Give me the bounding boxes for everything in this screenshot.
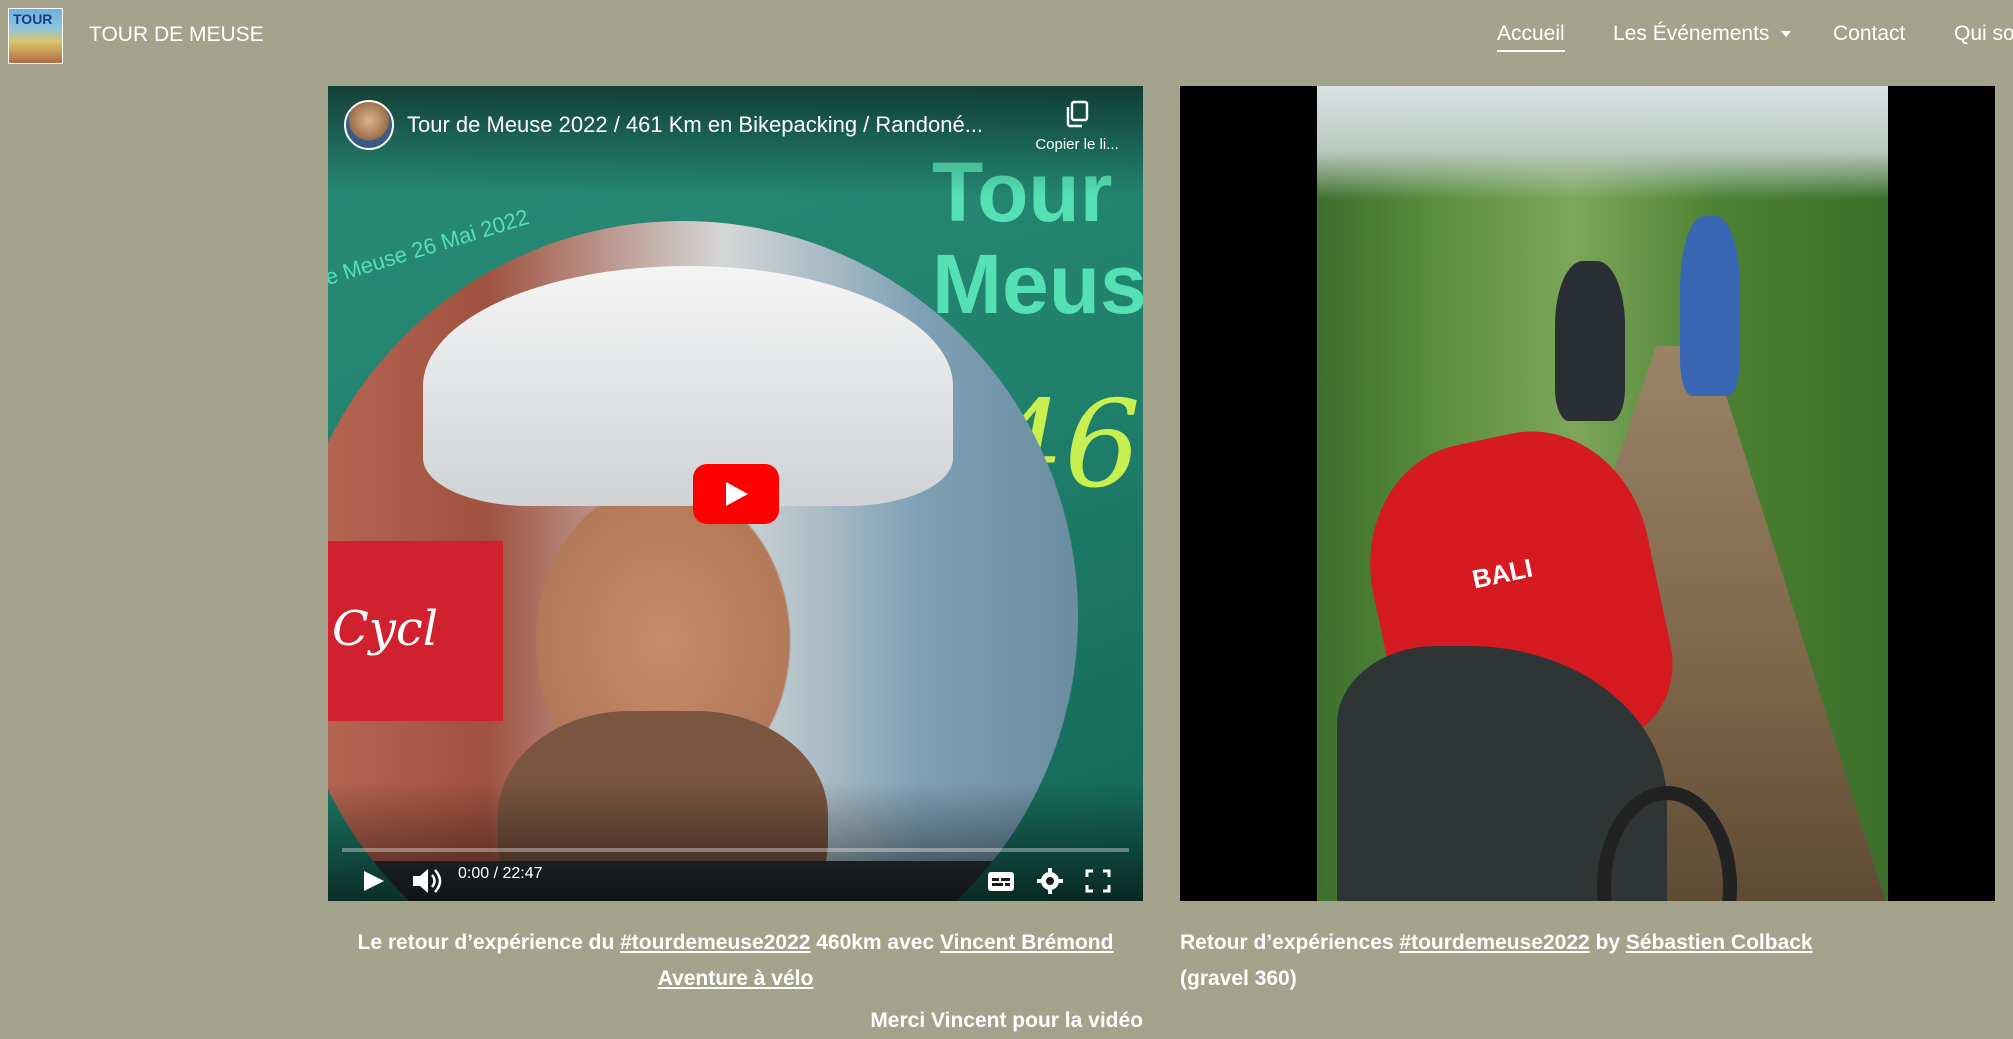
bag-logo-text: BALI	[1469, 552, 1536, 595]
fullscreen-icon[interactable]	[1083, 861, 1113, 901]
video-player-gravel[interactable]: BALI	[1180, 86, 1995, 901]
caption-video-1: Le retour d’expérience du #tourdemeuse20…	[328, 925, 1143, 997]
player-bottom-shade	[328, 781, 1143, 901]
site-brand[interactable]: TOUR DE MEUSE	[89, 23, 264, 47]
video-frame-forest-path: BALI	[1317, 86, 1888, 901]
subtitles-icon[interactable]	[986, 861, 1016, 901]
settings-icon[interactable]	[1035, 861, 1065, 901]
play-icon	[726, 482, 748, 506]
hashtag-link[interactable]: #tourdemeuse2022	[1399, 931, 1589, 954]
sebastien-colback-link[interactable]: Sébastien Colback	[1626, 931, 1813, 954]
copy-icon	[1066, 100, 1089, 128]
navbar: TOUR TOUR DE MEUSE Accueil Les Événement…	[0, 0, 2013, 72]
channel-avatar[interactable]	[344, 100, 394, 150]
volume-icon[interactable]	[410, 861, 444, 901]
large-play-button[interactable]	[693, 464, 779, 524]
copy-link-button[interactable]: Copier le li...	[1012, 100, 1142, 153]
rider-right	[1680, 216, 1740, 396]
aventure-a-velo-link[interactable]: Aventure à vélo	[658, 967, 814, 990]
caption-text: (gravel 360)	[1180, 967, 1297, 990]
caret-down-icon	[1781, 31, 1792, 38]
time-display: 0:00 / 22:47	[458, 865, 543, 882]
shop-sign: Cycl	[328, 541, 503, 721]
youtube-video-player[interactable]: e Meuse 26 Mai 2022 Tour Meus 46 Cycl To…	[328, 86, 1143, 901]
nav-evenements[interactable]: Les Événements	[1613, 22, 1792, 46]
caption-text: by	[1589, 931, 1626, 954]
caption-text: Retour d’expériences	[1180, 931, 1400, 954]
shop-sign-text: Cycl	[332, 601, 439, 657]
play-icon[interactable]	[358, 861, 388, 901]
nav-evenements-label: Les Événements	[1613, 22, 1770, 45]
nav-contact[interactable]: Contact	[1833, 22, 1905, 46]
site-logo[interactable]: TOUR	[8, 8, 63, 64]
nav-qui-sommes-nous[interactable]: Qui so	[1954, 22, 2013, 46]
video-title[interactable]: Tour de Meuse 2022 / 461 Km en Bikepacki…	[407, 112, 1007, 138]
progress-bar[interactable]	[342, 848, 1129, 852]
nav-accueil[interactable]: Accueil	[1497, 22, 1565, 52]
caption-text: Le retour d’expérience du	[357, 931, 621, 954]
logo-text: TOUR	[13, 11, 53, 27]
hashtag-link[interactable]: #tourdemeuse2022	[620, 931, 810, 954]
copy-link-label: Copier le li...	[1035, 136, 1119, 153]
caption-video-1-thanks: Merci Vincent pour la vidéo	[870, 1009, 1143, 1032]
rider-left	[1555, 261, 1625, 421]
caption-text: 460km avec	[810, 931, 940, 954]
caption-video-2: Retour d’expériences #tourdemeuse2022 by…	[1180, 925, 1995, 997]
helmet-shape	[423, 266, 953, 506]
vincent-bremond-link[interactable]: Vincent Brémond	[940, 931, 1113, 954]
